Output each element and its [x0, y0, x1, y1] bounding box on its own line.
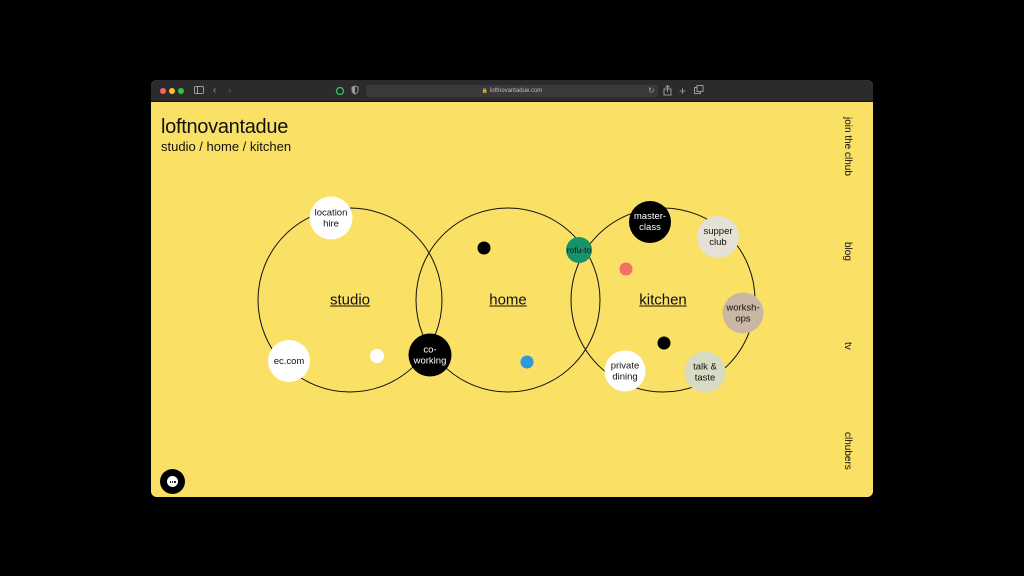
- supper-club-bubble[interactable]: supper club: [697, 216, 739, 258]
- reload-icon[interactable]: ↻: [648, 85, 655, 97]
- home-link[interactable]: home: [489, 292, 527, 309]
- plus-icon[interactable]: +: [679, 85, 686, 97]
- browser-toolbar: ‹ › 🔒 loftnovantadue.com ↻ +: [151, 80, 873, 102]
- white-dot[interactable]: [370, 349, 384, 363]
- talk-taste-bubble[interactable]: talk & taste: [684, 351, 726, 393]
- page-content: loftnovantadue studio / home / kitchen j…: [151, 102, 873, 497]
- private-dining-bubble[interactable]: private dining: [604, 350, 646, 392]
- extension-circle-icon[interactable]: [335, 85, 345, 97]
- zoom-window-icon[interactable]: [178, 88, 184, 94]
- co-working-bubble[interactable]: co-working: [408, 333, 452, 377]
- workshops-bubble[interactable]: worksh-ops: [722, 292, 764, 334]
- share-icon[interactable]: [663, 84, 672, 97]
- black-dot[interactable]: [477, 241, 491, 255]
- master-class-bubble[interactable]: master-class: [629, 201, 671, 243]
- chevron-left-icon[interactable]: ‹: [213, 85, 216, 97]
- studio-link[interactable]: studio: [330, 292, 370, 309]
- browser-window: ‹ › 🔒 loftnovantadue.com ↻ + loftnovantad…: [151, 80, 873, 497]
- tabs-icon[interactable]: [694, 85, 704, 97]
- sidebar-icon[interactable]: [194, 85, 204, 97]
- coral-dot[interactable]: [619, 262, 633, 276]
- address-bar[interactable]: 🔒 loftnovantadue.com: [366, 85, 658, 97]
- close-window-icon[interactable]: [160, 88, 166, 94]
- kitchen-link[interactable]: kitchen: [639, 292, 687, 309]
- location-hire-bubble[interactable]: location hire: [309, 196, 353, 240]
- blue-dot[interactable]: [520, 355, 534, 369]
- ec-com-bubble[interactable]: ec.com: [268, 340, 310, 382]
- rofu-to-bubble[interactable]: rofu-to: [566, 237, 592, 263]
- chevron-right-icon[interactable]: ›: [228, 85, 231, 97]
- url-text: loftnovantadue.com: [489, 88, 543, 94]
- black-dot-kitchen[interactable]: [657, 336, 671, 350]
- lock-icon: 🔒: [481, 88, 488, 94]
- chat-icon: [167, 476, 178, 487]
- minimize-window-icon[interactable]: [169, 88, 175, 94]
- chat-button[interactable]: [160, 469, 185, 494]
- shield-icon[interactable]: [351, 85, 359, 97]
